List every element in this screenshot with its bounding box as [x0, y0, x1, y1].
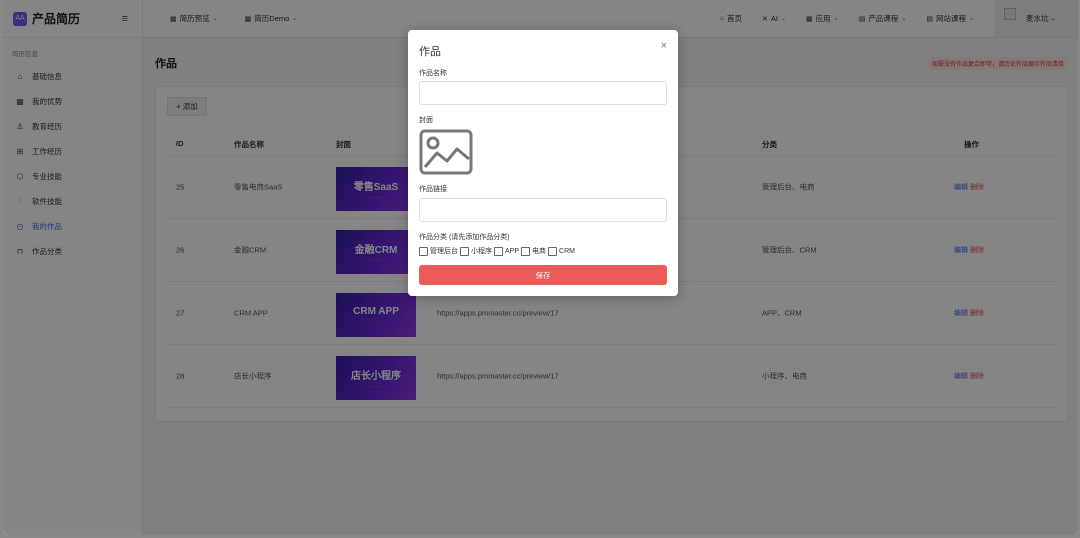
work-link-input[interactable]: [419, 198, 667, 222]
checkbox-icon[interactable]: [419, 246, 428, 256]
checkbox-icon[interactable]: [521, 246, 531, 256]
work-name-input[interactable]: [419, 81, 667, 105]
checkbox-label: APP: [505, 247, 520, 255]
name-label: 作品名称: [419, 70, 447, 77]
modal-title: 作品: [419, 46, 441, 58]
work-modal: 作品 × 作品名称 封面 作品链接 作品分类 (请先添加作品分类) 管理后台 小程…: [408, 30, 678, 296]
save-button[interactable]: 保存: [419, 265, 667, 285]
checkbox-icon[interactable]: [548, 246, 558, 256]
category-label: 作品分类 (请先添加作品分类): [419, 234, 510, 241]
checkbox-icon[interactable]: [460, 246, 469, 256]
link-label: 作品链接: [419, 186, 447, 193]
checkbox-icon[interactable]: [494, 246, 503, 256]
close-icon[interactable]: ×: [661, 40, 667, 52]
app-window: AA 产品简历 ≡ 简历信息 ⌂ 基础信息 ▦ 我的优势 ♙ 教育经历 ⊞ 工作经历 ⬡ 专业技能…: [3, 0, 1078, 535]
category-checkbox[interactable]: 电商: [521, 246, 546, 256]
image-placeholder-icon[interactable]: [419, 129, 473, 175]
category-checkbox-group: 管理后台 小程序 APP 电商 CRM: [419, 246, 577, 256]
category-checkbox[interactable]: CRM: [548, 246, 575, 256]
category-checkbox[interactable]: APP: [494, 246, 520, 256]
category-checkbox[interactable]: 管理后台: [419, 246, 458, 256]
checkbox-label: CRM: [559, 247, 575, 255]
checkbox-label: 管理后台: [430, 248, 458, 255]
checkbox-label: 电商: [532, 248, 547, 255]
checkbox-label: 小程序: [471, 248, 492, 255]
category-checkbox[interactable]: 小程序: [460, 246, 492, 256]
cover-label: 封面: [419, 117, 433, 124]
